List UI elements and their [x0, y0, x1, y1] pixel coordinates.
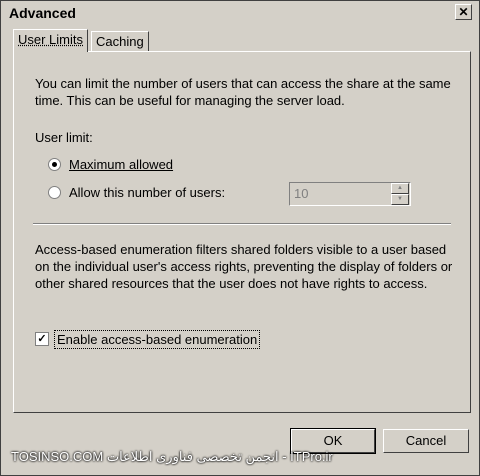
dialog-title: Advanced [9, 5, 76, 21]
spin-up-icon[interactable]: ▲ [391, 183, 409, 194]
allow-number-label[interactable]: Allow this number of users: [69, 184, 225, 201]
abe-description: Access-based enumeration filters shared … [35, 242, 453, 291]
user-limit-label: User limit: [35, 130, 93, 145]
enable-abe-label[interactable]: Enable access-based enumeration [54, 330, 261, 349]
tab-caching-label: Caching [96, 34, 144, 49]
enable-abe-checkbox[interactable]: ✓ [35, 332, 49, 346]
cancel-button[interactable]: Cancel [383, 429, 469, 453]
tab-user-limits[interactable]: User Limits [13, 29, 89, 52]
users-count-value: 10 [294, 186, 309, 201]
title-bar: Advanced ✕ [3, 3, 477, 21]
allow-number-radio[interactable] [48, 186, 61, 199]
spin-down-icon[interactable]: ▼ [391, 194, 409, 205]
maximum-allowed-label[interactable]: Maximum allowed [69, 156, 173, 173]
watermark-text: TOSINSO.COM انجمن تخصصی فناوری اطلاعات -… [11, 449, 333, 464]
close-button[interactable]: ✕ [455, 4, 472, 20]
limit-description: You can limit the number of users that c… [35, 76, 451, 108]
tab-user-limits-label: User Limits [18, 32, 84, 47]
advanced-dialog: Advanced ✕ User Limits Caching You can l… [0, 0, 480, 476]
tab-caching[interactable]: Caching [91, 31, 149, 52]
maximum-allowed-radio[interactable] [48, 158, 61, 171]
section-divider [33, 223, 451, 225]
users-count-stepper[interactable]: 10 ▲ ▼ [289, 182, 411, 206]
